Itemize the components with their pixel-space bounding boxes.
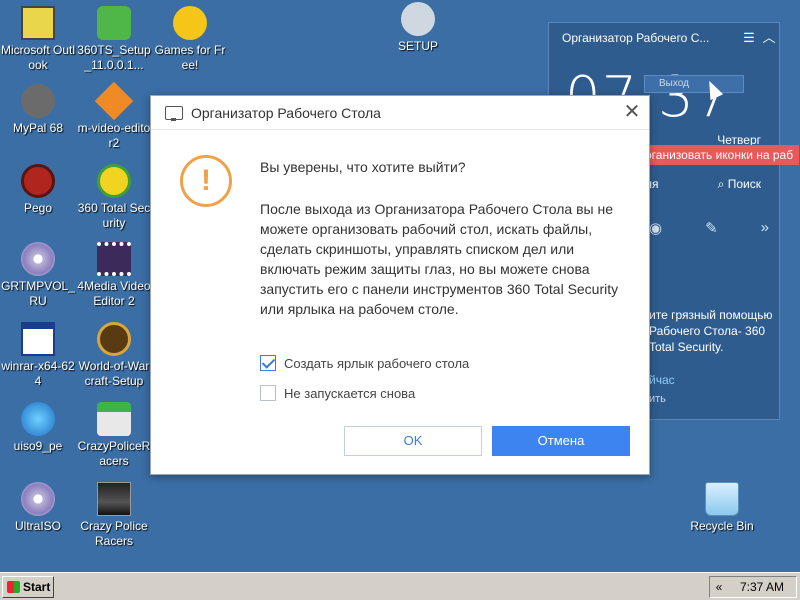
dialog-title: Организатор Рабочего Стола [191,104,381,121]
desktop-icon-grtmpvol[interactable]: GRTMPVOL_RU [0,242,76,309]
desktop-icon-mypal[interactable]: MyPal 68 [0,84,76,136]
create-shortcut-checkbox[interactable]: Создать ярлык рабочего стола [260,355,469,371]
globe-disc-icon [21,402,55,436]
note-icon[interactable]: ✎ [705,219,718,237]
widget-promo-link[interactable]: йчас [649,373,675,387]
desktop-icon-ultraiso[interactable]: UltraISO [0,482,76,534]
desktop-icon-pego[interactable]: Pego [0,164,76,216]
disc-icon [21,482,55,516]
desktop-icon-360-total-security[interactable]: 360 Total Security [76,164,152,231]
widget-organize-banner[interactable]: рганизовать иконки на раб [639,145,799,165]
warning-icon: ! [180,155,232,207]
dialog-question: Вы уверены, что хотите выйти? [260,159,466,175]
cancel-button[interactable]: Отмена [492,426,630,456]
system-tray: « 7:37 AM [709,576,797,598]
more-icon[interactable]: » [761,219,769,237]
start-button[interactable]: Start [2,576,54,598]
close-icon[interactable]: ✕ [615,96,649,130]
video-editor-icon [94,81,134,121]
outlook-icon [21,6,55,40]
dialog-body: После выхода из Организатора Рабочего Ст… [260,201,619,317]
desktop-icon-games[interactable]: Games for Free! [152,6,228,73]
start-label: Start [23,580,51,594]
taskbar: Start « 7:37 AM [0,572,800,600]
disc-icon [21,242,55,276]
checkbox-unchecked-icon[interactable] [260,385,276,401]
widget-promo-small[interactable]: ить [649,393,666,405]
window-icon [21,322,55,356]
desktop-icon-wow[interactable]: World-of-Warcraft-Setup [76,322,152,389]
desktop-icon-recycle-bin[interactable]: Recycle Bin [684,482,760,534]
car-icon [97,482,131,516]
desktop-icon-crazypoliceracers-installer[interactable]: CrazyPoliceRacers [76,402,152,469]
checkbox-checked-icon[interactable] [260,355,276,371]
desktop-icon-m-video-editor[interactable]: m-video-editor2 [76,81,152,151]
wow-icon [97,322,131,356]
download-icon [97,402,131,436]
menu-icon[interactable]: ☰ [739,23,759,53]
ok-button[interactable]: OK [344,426,482,456]
no-restart-label: Не запускается снова [284,385,416,401]
windows-logo-icon [7,581,20,593]
search-icon: ⌕ [717,177,725,191]
widget-header: Организатор Рабочего С... ☰ ︿ [549,23,779,53]
desktop-icon-winrar[interactable]: winrar-x64-624 [0,322,76,389]
widget-exit-button[interactable]: Выход [644,75,744,93]
widget-search-label: Поиск [727,177,761,191]
desktop-icon-setup[interactable]: SETUP [380,2,456,54]
film-icon [97,242,131,276]
widget-toolbar: ◉ ✎ » [649,219,769,237]
widget-promo-text: ите грязный помощью Рабочего Стола- 360 … [649,308,773,354]
setup-icon [401,2,435,36]
security-icon [97,164,131,198]
monitor-icon [165,105,183,121]
exit-confirm-dialog: Организатор Рабочего Стола ✕ ! Вы уверен… [150,95,650,475]
pego-icon [21,164,55,198]
create-shortcut-label: Создать ярлык рабочего стола [284,355,470,371]
desktop-icon-360ts-setup[interactable]: 360TS_Setup_11.0.0.1... [76,6,152,73]
installer-icon [97,6,131,40]
recycle-bin-icon [705,482,739,516]
tray-expand-icon[interactable]: « [710,580,728,594]
tray-clock[interactable]: 7:37 AM [728,580,796,594]
collapse-icon[interactable]: ︿ [759,23,779,53]
desktop-icon-crazy-police-racers[interactable]: Crazy Police Racers [76,482,152,549]
widget-search-button[interactable]: ⌕ Поиск [718,177,761,192]
mypal-icon [21,84,55,118]
dialog-titlebar: Организатор Рабочего Стола ✕ [151,96,649,130]
no-restart-checkbox[interactable]: Не запускается снова [260,385,415,401]
desktop-icon-4media[interactable]: 4Media Video Editor 2 [76,242,152,309]
eye-icon[interactable]: ◉ [649,219,662,237]
desktop-icon-uiso[interactable]: uiso9_pe [0,402,76,454]
games-icon [173,6,207,40]
widget-title: Организатор Рабочего С... [562,31,710,45]
desktop-icon-outlook[interactable]: Microsoft Outlook [0,6,76,73]
